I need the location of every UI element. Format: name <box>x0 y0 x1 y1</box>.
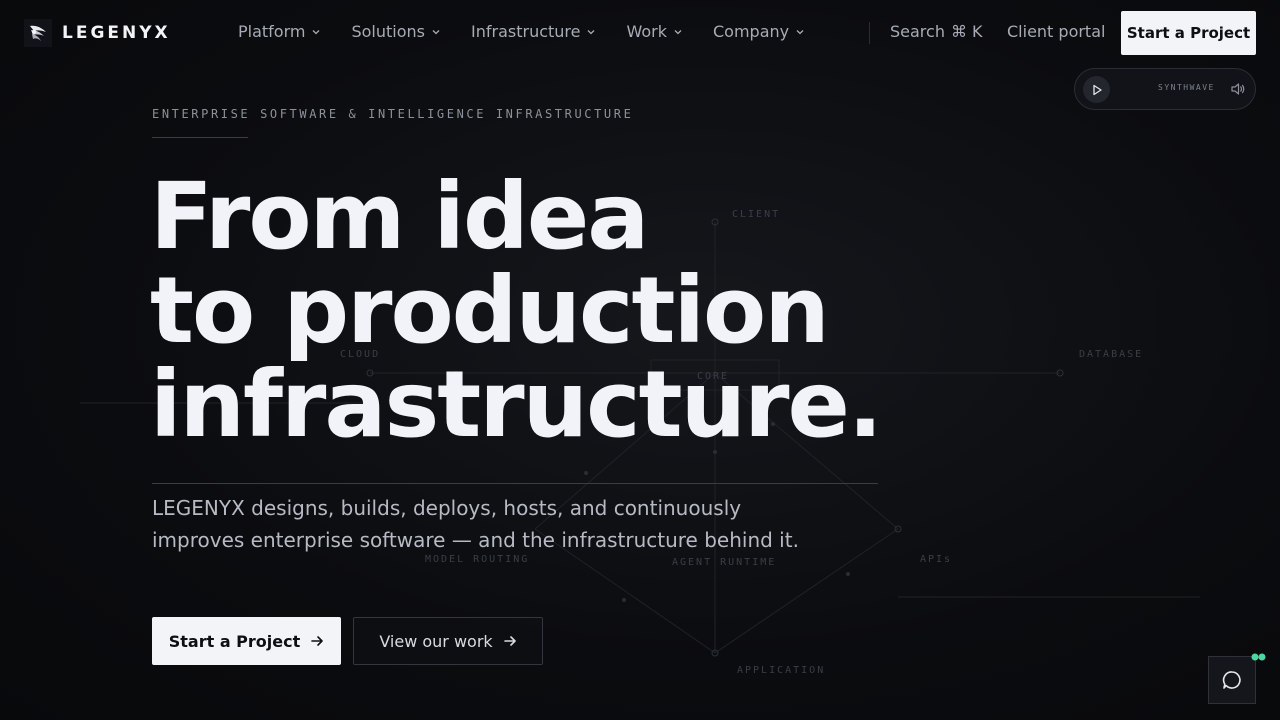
client-portal-link[interactable]: Client portal <box>1007 22 1105 41</box>
chevron-down-icon <box>432 29 440 34</box>
brand-name: LEGENYX <box>62 23 171 43</box>
button-label: Start a Project <box>168 631 301 651</box>
chat-button[interactable] <box>1208 656 1256 704</box>
start-project-button[interactable]: Start a Project <box>1121 11 1256 55</box>
chevron-down-icon <box>313 29 320 34</box>
headline-line: to production <box>150 257 830 364</box>
nav-item-label: Infrastructure <box>471 22 581 41</box>
nav-item-solutions[interactable]: Solutions <box>351 22 441 41</box>
button-label: View our work <box>379 631 493 651</box>
search-shortcut: ⌘ K <box>950 22 983 41</box>
chevron-down-icon <box>674 29 682 34</box>
track-label: SYNTHWAVE <box>1158 83 1215 92</box>
hero-eyebrow: ENTERPRISE SOFTWARE & INTELLIGENCE INFRA… <box>152 107 634 121</box>
chevron-down-icon <box>796 29 804 34</box>
nav-item-label: Solutions <box>351 22 425 41</box>
nav-item-label: Company <box>713 22 790 41</box>
subtitle-line: LEGENYX designs, builds, deploys, hosts,… <box>152 496 742 520</box>
arrow-right-icon <box>311 636 324 646</box>
nav-divider <box>869 22 870 44</box>
chat-bubble-icon <box>1222 671 1241 689</box>
headline-line: infrastructure. <box>150 351 883 458</box>
top-nav: LEGENYX Platform Solutions Infrastructur… <box>0 0 1280 66</box>
music-player: SYNTHWAVE <box>1074 68 1256 110</box>
nav-item-company[interactable]: Company <box>713 22 805 41</box>
nav-item-label: Work <box>626 22 667 41</box>
main-menu: Platform Solutions Infrastructure Work C… <box>238 22 835 41</box>
search-button[interactable]: Search ⌘ K <box>890 22 983 41</box>
nav-item-work[interactable]: Work <box>626 22 683 41</box>
nav-item-platform[interactable]: Platform <box>238 22 321 41</box>
search-label: Search <box>890 22 945 41</box>
hero-divider <box>152 483 878 484</box>
diagram-label-apis: APIs <box>920 554 952 565</box>
online-status-icon <box>1251 653 1266 661</box>
nav-item-infrastructure[interactable]: Infrastructure <box>471 22 596 41</box>
play-icon <box>1092 84 1102 95</box>
view-work-button[interactable]: View our work <box>353 617 543 665</box>
hero-subtitle: LEGENYX designs, builds, deploys, hosts,… <box>152 492 872 556</box>
nav-item-label: Platform <box>238 22 306 41</box>
brand-logo[interactable]: LEGENYX <box>24 19 171 47</box>
diagram-label-application: APPLICATION <box>737 665 825 676</box>
diagram-label-database: DATABASE <box>1079 349 1143 360</box>
volume-icon[interactable] <box>1230 81 1246 97</box>
headline-line: From idea <box>150 163 649 270</box>
hero-start-project-button[interactable]: Start a Project <box>152 617 341 665</box>
wing-logo-icon <box>24 19 52 47</box>
diagram-label-agent-runtime: AGENT RUNTIME <box>672 557 776 568</box>
arrow-right-icon <box>503 636 516 646</box>
chevron-down-icon <box>588 29 595 34</box>
eyebrow-divider <box>152 137 248 138</box>
hero-headline: From idea to production infrastructure. <box>150 170 970 452</box>
play-button[interactable] <box>1083 76 1110 103</box>
subtitle-line: improves enterprise software — and the i… <box>152 528 799 552</box>
